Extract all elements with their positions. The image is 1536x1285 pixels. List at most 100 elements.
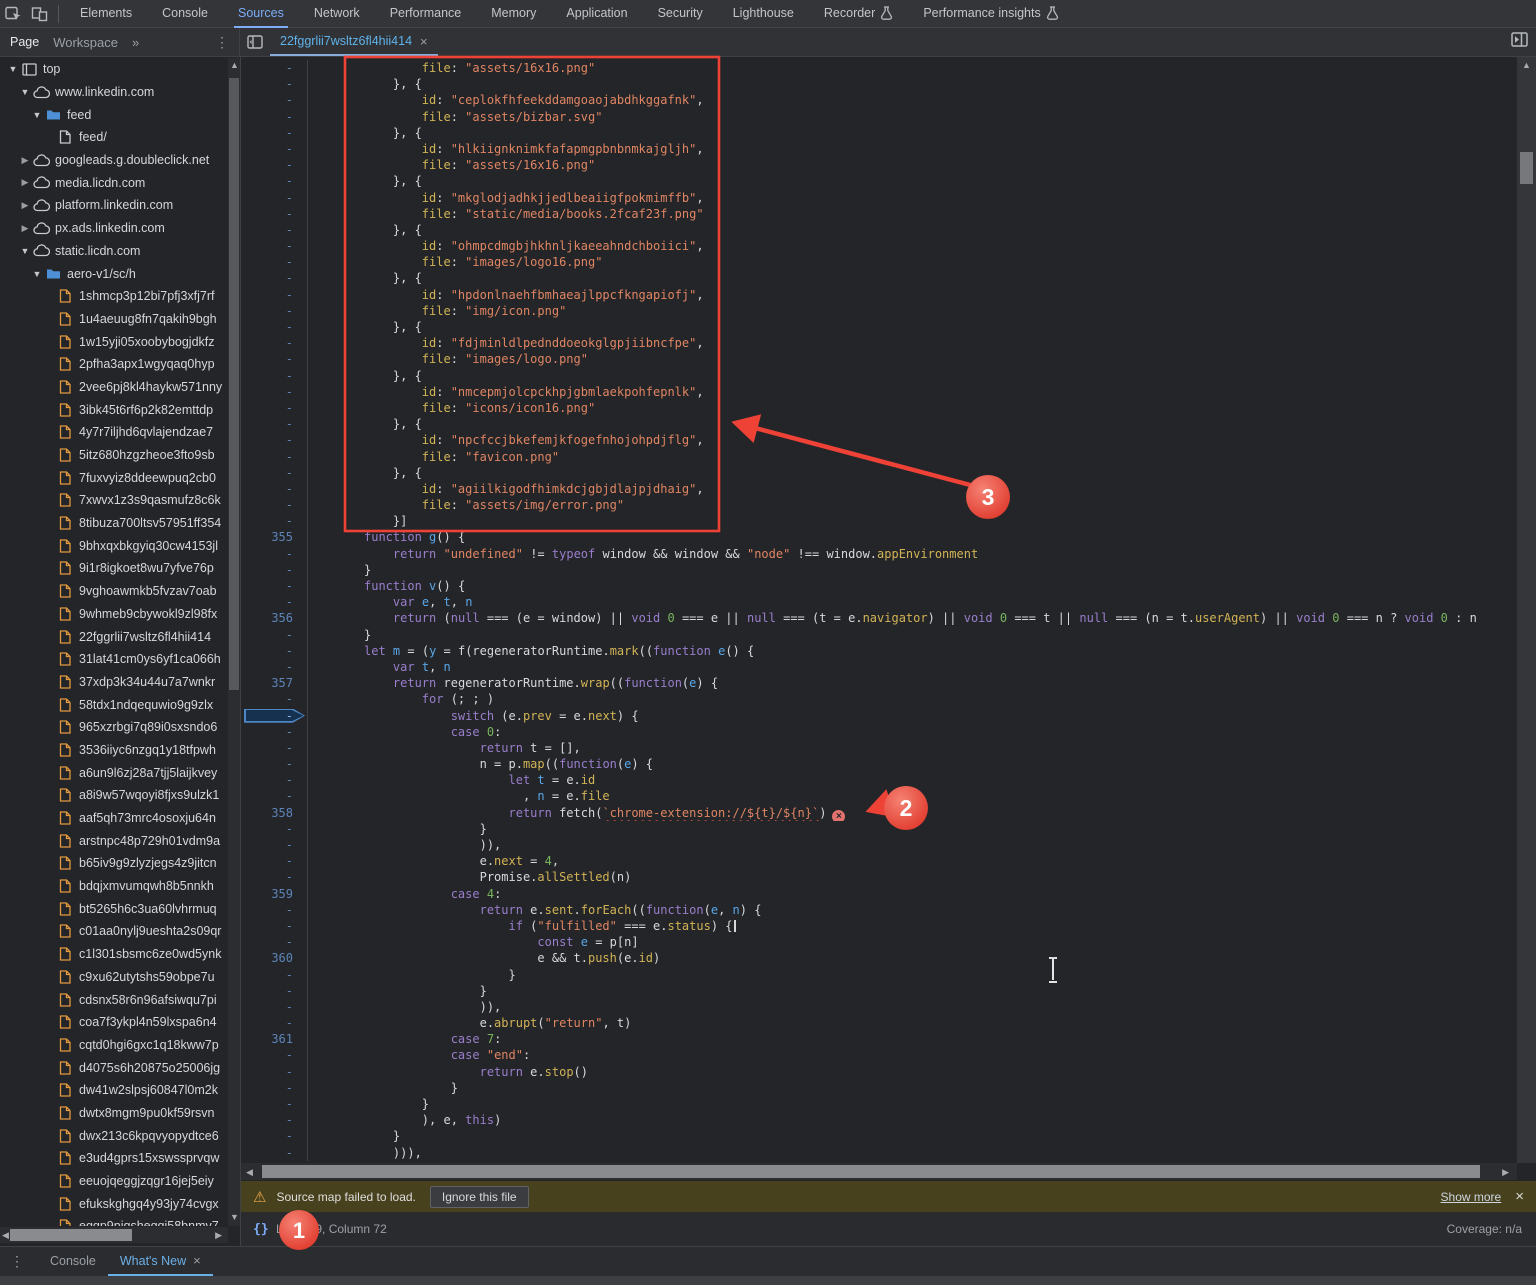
close-tab-icon[interactable]: × bbox=[420, 34, 428, 49]
code-line[interactable]: - } bbox=[241, 1080, 1517, 1096]
tree-item[interactable]: bdqjxmvumqwh8b5nnkh bbox=[0, 875, 228, 898]
panel-tab-recorder[interactable]: Recorder bbox=[820, 0, 897, 28]
line-number[interactable]: - bbox=[241, 627, 307, 643]
line-number[interactable]: - bbox=[241, 869, 307, 885]
code-line[interactable]: - id: "mkglodjadhkjjedlbeaiigfpokmimffb"… bbox=[241, 190, 1517, 206]
tree-item[interactable]: 9i1r8igkoet8wu7yfve76p bbox=[0, 557, 228, 580]
chevron-down-icon[interactable]: ▼ bbox=[30, 269, 44, 279]
line-number[interactable]: 360 bbox=[241, 950, 307, 966]
code-line[interactable]: - file: "icons/icon16.png" bbox=[241, 400, 1517, 416]
line-number[interactable]: - bbox=[241, 190, 307, 206]
chevron-down-icon[interactable]: ▼ bbox=[6, 64, 20, 74]
line-number[interactable]: - bbox=[241, 109, 307, 125]
panel-tab-performance[interactable]: Performance bbox=[386, 0, 466, 28]
tree-item[interactable]: c9xu62utytshs59obpe7u bbox=[0, 966, 228, 989]
line-number[interactable]: - bbox=[241, 173, 307, 189]
tree-item[interactable]: 9whmeb9cbywokl9zl98fx bbox=[0, 603, 228, 626]
code-line[interactable]: - file: "images/logo.png" bbox=[241, 351, 1517, 367]
line-number[interactable]: - bbox=[241, 335, 307, 351]
line-number[interactable]: - bbox=[241, 157, 307, 173]
code-line[interactable]: - }, { bbox=[241, 222, 1517, 238]
tree-item[interactable]: 8tibuza700ltsv57951ff354 bbox=[0, 512, 228, 535]
line-number[interactable]: - bbox=[241, 1096, 307, 1112]
inline-error-icon[interactable]: × bbox=[832, 810, 845, 821]
line-number[interactable]: - bbox=[241, 1112, 307, 1128]
line-number[interactable]: - bbox=[241, 1145, 307, 1161]
sidebar-vertical-scrollbar[interactable]: ▲ ▼ bbox=[228, 58, 240, 1226]
device-toolbar-icon[interactable] bbox=[26, 3, 52, 25]
line-number[interactable]: - bbox=[241, 303, 307, 319]
chevron-down-icon[interactable]: ▼ bbox=[30, 110, 44, 120]
chevron-right-icon[interactable]: ▶ bbox=[18, 177, 32, 188]
panel-tab-elements[interactable]: Elements bbox=[76, 0, 136, 28]
code-line[interactable]: - id: "fdjminldlpednddoeokglgpjiibncfpe"… bbox=[241, 335, 1517, 351]
tree-item[interactable]: 31lat41cm0ys6yf1ca066h bbox=[0, 648, 228, 671]
chevron-right-icon[interactable]: ▶ bbox=[18, 200, 32, 211]
tree-item[interactable]: ▶px.ads.linkedin.com bbox=[0, 217, 228, 240]
code-line[interactable]: - }, { bbox=[241, 416, 1517, 432]
line-number[interactable]: - bbox=[241, 238, 307, 254]
tree-item[interactable]: feed/ bbox=[0, 126, 228, 149]
code-line[interactable]: - }, { bbox=[241, 270, 1517, 286]
line-number[interactable]: - bbox=[241, 1047, 307, 1063]
code-line[interactable]: - return t = [], bbox=[241, 740, 1517, 756]
tree-item[interactable]: 4y7r7iljhd6qvlajendzae7 bbox=[0, 421, 228, 444]
line-number[interactable]: - bbox=[241, 222, 307, 238]
scroll-left-icon[interactable]: ◀ bbox=[246, 1167, 253, 1178]
code-line[interactable]: - const e = p[n] bbox=[241, 934, 1517, 950]
tree-item[interactable]: ▼top bbox=[0, 58, 228, 81]
scrollbar-thumb[interactable] bbox=[262, 1165, 1480, 1178]
line-number[interactable]: 357 bbox=[241, 675, 307, 691]
code-line[interactable]: - ), e, this) bbox=[241, 1112, 1517, 1128]
drawer-tab-what-s-new[interactable]: What's New× bbox=[108, 1247, 213, 1276]
line-number[interactable]: - bbox=[241, 691, 307, 707]
line-number[interactable]: - bbox=[241, 740, 307, 756]
tree-item[interactable]: 37xdp3k34u44u7a7wnkr bbox=[0, 671, 228, 694]
code-line[interactable]: 359 case 4: bbox=[241, 886, 1517, 902]
code-line[interactable]: 361 case 7: bbox=[241, 1031, 1517, 1047]
code-line[interactable]: - } bbox=[241, 821, 1517, 837]
code-line[interactable]: - }, { bbox=[241, 76, 1517, 92]
tree-item[interactable]: 22fggrlii7wsltz6fl4hii414 bbox=[0, 625, 228, 648]
code-line[interactable]: - file: "favicon.png" bbox=[241, 449, 1517, 465]
code-line[interactable]: - } bbox=[241, 967, 1517, 983]
tree-item[interactable]: eeuojqeggjzqgr16jej5eiy bbox=[0, 1170, 228, 1193]
code-line[interactable]: - let t = e.id bbox=[241, 772, 1517, 788]
tree-item[interactable]: ▼aero-v1/sc/h bbox=[0, 262, 228, 285]
code-line[interactable]: - n = p.map((function(e) { bbox=[241, 756, 1517, 772]
editor-vertical-scrollbar[interactable]: ▲ bbox=[1517, 57, 1536, 1163]
panel-tab-sources[interactable]: Sources bbox=[234, 0, 288, 28]
tree-item[interactable]: c1l301sbsmc6ze0wd5ynk bbox=[0, 943, 228, 966]
code-line[interactable]: 355function g() { bbox=[241, 529, 1517, 545]
tree-item[interactable]: 3ibk45t6rf6p2k82emttdp bbox=[0, 398, 228, 421]
code-line[interactable]: - }, { bbox=[241, 368, 1517, 384]
code-line[interactable]: - }, { bbox=[241, 125, 1517, 141]
tree-item[interactable]: aaf5qh73mrc4osoxju64n bbox=[0, 807, 228, 830]
code-line[interactable]: -} bbox=[241, 562, 1517, 578]
tab-page[interactable]: Page bbox=[10, 35, 39, 49]
code-line[interactable]: - case "end": bbox=[241, 1047, 1517, 1063]
scroll-right-icon[interactable]: ▶ bbox=[1502, 1167, 1509, 1178]
line-number[interactable]: - bbox=[241, 497, 307, 513]
line-number[interactable]: - bbox=[241, 141, 307, 157]
line-number[interactable]: - bbox=[241, 578, 307, 594]
code-line[interactable]: - switch (e.prev = e.next) { bbox=[241, 708, 1517, 724]
pretty-print-icon[interactable]: {} bbox=[253, 1222, 269, 1237]
tree-item[interactable]: e3ud4gprs15xswssprvqw bbox=[0, 1147, 228, 1170]
tree-item[interactable]: 9vghoawmkb5fvzav7oab bbox=[0, 580, 228, 603]
inspect-icon[interactable] bbox=[0, 3, 26, 25]
tree-item[interactable]: eggp9niqsheqqi58bnmv7 bbox=[0, 1215, 228, 1226]
code-line[interactable]: - }, { bbox=[241, 173, 1517, 189]
editor-tab[interactable]: 22fggrlii7wsltz6fl4hii414 × bbox=[270, 28, 438, 56]
line-number[interactable]: - bbox=[241, 902, 307, 918]
line-number[interactable]: - bbox=[241, 319, 307, 335]
line-number[interactable]: - bbox=[241, 287, 307, 303]
code-line[interactable]: -function v() { bbox=[241, 578, 1517, 594]
line-number[interactable]: - bbox=[241, 999, 307, 1015]
scroll-up-icon[interactable]: ▲ bbox=[1522, 60, 1531, 70]
code-line[interactable]: - id: "agiilkigodfhimkdcjgbjdlajpjdhaig"… bbox=[241, 481, 1517, 497]
line-number[interactable]: - bbox=[241, 756, 307, 772]
scroll-left-icon[interactable]: ◀ bbox=[2, 1230, 9, 1241]
editor-horizontal-scrollbar[interactable]: ◀ ▶ bbox=[241, 1163, 1517, 1180]
tree-item[interactable]: a8i9w57wqoyi8fjxs9ulzk1 bbox=[0, 784, 228, 807]
